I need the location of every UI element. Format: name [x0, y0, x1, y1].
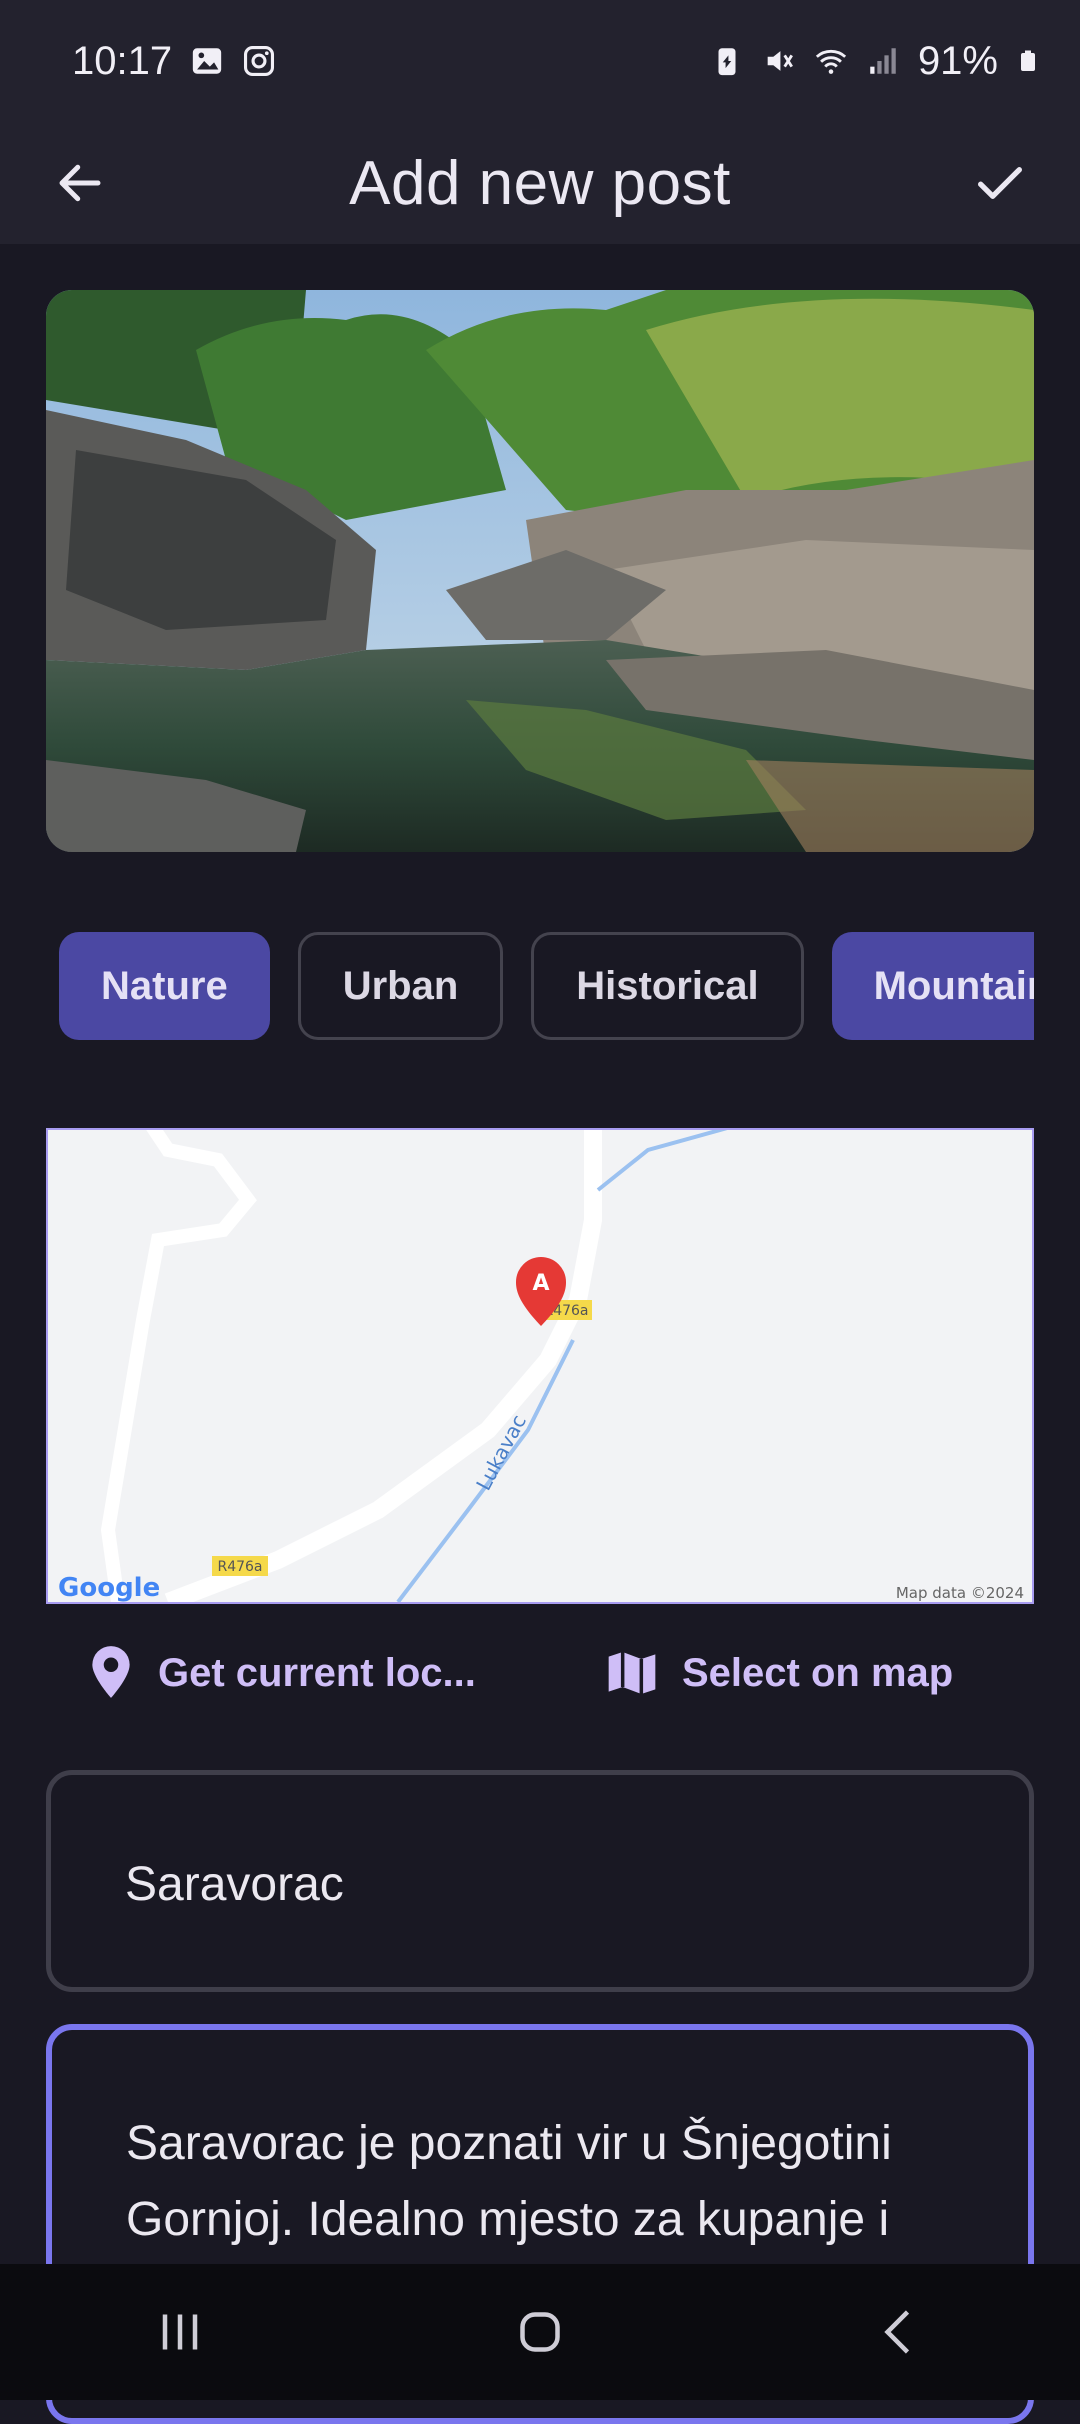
map-attribution: Map data ©2024 [896, 1584, 1024, 1602]
chip-urban[interactable]: Urban [297, 932, 504, 1040]
select-on-map-label: Select on map [682, 1650, 954, 1695]
status-time: 10:17 [72, 38, 173, 83]
wifi-icon [815, 49, 847, 74]
back-button[interactable] [40, 143, 120, 223]
save-post-button[interactable] [960, 143, 1040, 223]
marker-label: A [532, 1271, 549, 1296]
instagram-icon [244, 45, 275, 77]
place-name-value: Saravorac [125, 1858, 344, 1911]
gallery-icon [192, 48, 222, 74]
battery-percent: 91% [917, 38, 998, 83]
page-title: Add new post [349, 148, 731, 218]
check-icon [977, 167, 1022, 199]
app-bar: Add new post [0, 122, 1080, 244]
signal-icon [870, 48, 896, 74]
chip-mountain[interactable]: Mountain [831, 932, 1034, 1040]
location-pin-icon [92, 1646, 130, 1698]
system-nav-bar [0, 2264, 1080, 2400]
road-label-bottom: R476a [217, 1559, 262, 1575]
post-photo[interactable] [46, 290, 1034, 852]
get-current-location-label: Get current loc... [158, 1650, 476, 1695]
select-on-map-button[interactable]: Select on map [604, 1645, 953, 1701]
location-actions: Get current loc... Select on map [46, 1628, 1034, 1718]
map-icon [608, 1652, 656, 1694]
home-icon[interactable] [510, 2302, 570, 2362]
back-nav-icon[interactable] [870, 2302, 930, 2362]
location-map[interactable]: R476a R476a Lukavac A Google Map data ©2… [46, 1128, 1034, 1604]
arrow-left-icon [59, 164, 101, 202]
category-chips: Nature Urban Historical Mountain [46, 932, 1034, 1046]
status-bar: 10:17 91% [0, 0, 1080, 122]
chip-nature[interactable]: Nature [59, 932, 270, 1040]
chip-historical[interactable]: Historical [531, 932, 804, 1040]
place-name-field[interactable]: Saravorac [46, 1770, 1034, 1992]
recent-apps-icon[interactable] [150, 2302, 210, 2362]
get-current-location-button[interactable]: Get current loc... [86, 1644, 476, 1702]
google-logo: Google [58, 1573, 160, 1602]
landscape-photo [46, 290, 1034, 852]
mute-icon [767, 51, 793, 71]
battery-icon [1021, 50, 1035, 71]
battery-saver-icon [718, 48, 736, 76]
